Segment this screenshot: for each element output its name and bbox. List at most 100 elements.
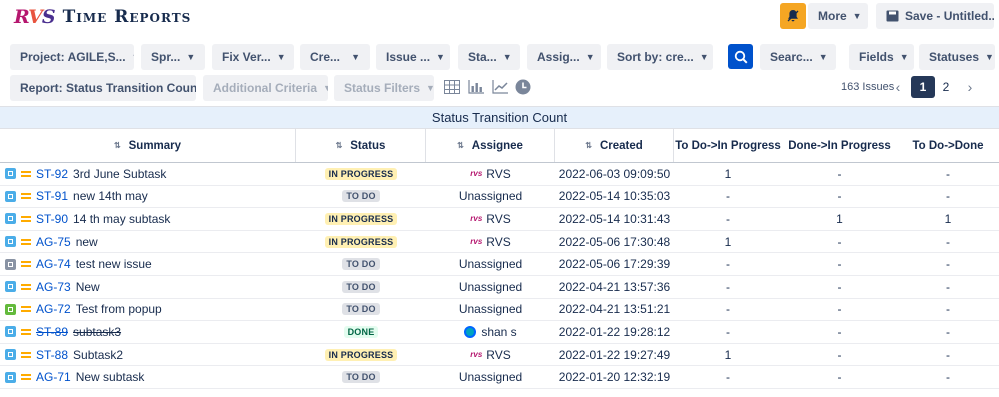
issue-key-link[interactable]: AG-73 bbox=[36, 280, 71, 294]
assignee-name: Unassigned bbox=[458, 279, 523, 294]
created-cell: 2022-06-03 09:09:50 bbox=[558, 166, 671, 181]
page-2-button[interactable]: 2 bbox=[934, 76, 958, 98]
issue-key-link[interactable]: AG-71 bbox=[36, 370, 71, 384]
bar-chart-view-button[interactable] bbox=[467, 78, 485, 96]
priority-medium-icon bbox=[21, 350, 31, 360]
table-row[interactable]: AG-73 New TO DO Unassigned 2022-04-21 13:57:… bbox=[0, 276, 999, 299]
issue-key-link[interactable]: AG-74 bbox=[36, 257, 71, 271]
fix-version-filter[interactable]: Fix Ver... ▼ bbox=[212, 44, 294, 70]
created-filter[interactable]: Cre... ▼ bbox=[300, 44, 370, 70]
column-header-status[interactable]: ⇅ Status bbox=[296, 129, 426, 162]
issue-summary: subtask3 bbox=[73, 324, 122, 339]
summary-cell: ST-88 Subtask2 bbox=[0, 348, 296, 362]
fields-button[interactable]: Fields ▼ bbox=[849, 44, 914, 70]
summary-cell: AG-73 New bbox=[0, 280, 296, 294]
issue-key-link[interactable]: AG-72 bbox=[36, 302, 71, 316]
status-badge: TO DO bbox=[342, 303, 380, 316]
issue-key-link[interactable]: ST-92 bbox=[36, 167, 68, 181]
save-button[interactable]: Save - Untitled... bbox=[876, 3, 994, 29]
chevron-down-icon: ▼ bbox=[436, 52, 445, 62]
assignee-name: Unassigned bbox=[458, 370, 523, 385]
next-page-button[interactable]: › bbox=[960, 76, 980, 98]
status-cell: IN PROGRESS bbox=[296, 167, 426, 180]
table-row[interactable]: ST-91 new 14th may TO DO Unassigned 2022-05-… bbox=[0, 186, 999, 209]
status-cell: IN PROGRESS bbox=[296, 212, 426, 225]
created-cell: 2022-05-14 10:35:03 bbox=[558, 189, 671, 204]
column-header-assignee[interactable]: ⇅ Assignee bbox=[426, 129, 555, 162]
clock-icon bbox=[515, 79, 531, 95]
chevron-down-icon: ▼ bbox=[985, 52, 994, 62]
prev-page-button[interactable]: ‹ bbox=[888, 76, 908, 98]
issue-summary: Test from popup bbox=[75, 302, 162, 317]
todo-done-count: - bbox=[946, 302, 950, 317]
done-inprogress-count: - bbox=[837, 234, 842, 249]
issue-key-link[interactable]: ST-90 bbox=[36, 212, 68, 226]
chevron-down-icon: ▼ bbox=[323, 83, 328, 93]
app-logo: RVS Time Reports bbox=[14, 6, 191, 28]
issue-summary: test new issue bbox=[75, 257, 152, 272]
todo-done-count: - bbox=[946, 189, 950, 204]
avatar: rvs bbox=[470, 350, 483, 360]
table-row[interactable]: AG-74 test new issue TO DO Unassigned 2022-0… bbox=[0, 253, 999, 276]
save-icon bbox=[886, 10, 899, 22]
column-header-summary[interactable]: ⇅ Summary bbox=[0, 129, 296, 162]
task-icon bbox=[5, 281, 16, 293]
issue-key-link[interactable]: ST-89 bbox=[36, 325, 68, 339]
chevron-down-icon: ▼ bbox=[502, 52, 512, 62]
report-table: ⇅ Summary ⇅ Status ⇅ Assignee ⇅ Created To D… bbox=[0, 128, 999, 389]
assignee-cell: Unassigned bbox=[426, 280, 555, 294]
priority-medium-icon bbox=[21, 237, 31, 247]
todo-inprogress-count: - bbox=[726, 370, 730, 385]
column-header-created[interactable]: ⇅ Created bbox=[555, 129, 674, 162]
table-row[interactable]: ST-88 Subtask2 IN PROGRESS rvs RVS 2022-01-22… bbox=[0, 344, 999, 367]
status-cell: DONE bbox=[296, 325, 426, 338]
issue-key-link[interactable]: ST-88 bbox=[36, 348, 68, 362]
done-inprogress-count: - bbox=[837, 189, 842, 204]
assignee-cell: rvs RVS bbox=[426, 167, 555, 181]
table-view-button[interactable] bbox=[443, 78, 461, 96]
priority-medium-icon bbox=[21, 214, 31, 224]
todo-inprogress-count: 1 bbox=[724, 347, 732, 362]
table-row[interactable]: AG-75 new IN PROGRESS rvs RVS 2022-05-06 17:3… bbox=[0, 231, 999, 254]
notification-button[interactable] bbox=[780, 3, 806, 29]
table-icon bbox=[444, 80, 460, 94]
search-button[interactable] bbox=[728, 44, 753, 69]
assignee-cell: Unassigned bbox=[426, 189, 555, 203]
assignee-filter[interactable]: Assig... ▼ bbox=[527, 44, 601, 70]
table-row[interactable]: ST-90 14 th may subtask IN PROGRESS rvs RVS 2… bbox=[0, 208, 999, 231]
status-badge: TO DO bbox=[342, 371, 380, 384]
statuses-button[interactable]: Statuses ▼ bbox=[919, 44, 995, 70]
search-input[interactable]: Searc... ▼ bbox=[760, 44, 836, 70]
issue-key-link[interactable]: ST-91 bbox=[36, 189, 68, 203]
issue-summary: new 14th may bbox=[73, 189, 148, 204]
chevron-down-icon: ▼ bbox=[818, 52, 828, 62]
status-cell: TO DO bbox=[296, 371, 426, 384]
chevron-down-icon: ▼ bbox=[585, 52, 595, 62]
table-row[interactable]: AG-71 New subtask TO DO Unassigned 2022-01-2… bbox=[0, 366, 999, 389]
assignee-name: RVS bbox=[486, 166, 511, 181]
chevron-left-icon: ‹ bbox=[895, 79, 901, 95]
created-cell: 2022-01-22 19:27:49 bbox=[558, 347, 671, 362]
issue-key-link[interactable]: AG-75 bbox=[36, 235, 71, 249]
line-chart-icon bbox=[492, 80, 508, 94]
table-row[interactable]: ST-89 subtask3 DONE shan s 2022-01-22 19:28:… bbox=[0, 321, 999, 344]
table-header: ⇅ Summary ⇅ Status ⇅ Assignee ⇅ Created To D… bbox=[0, 128, 999, 163]
sort-by-dropdown[interactable]: Sort by: cre... ▼ bbox=[607, 44, 713, 70]
todo-inprogress-count: - bbox=[726, 302, 730, 317]
issue-filter[interactable]: Issue ... ▼ bbox=[376, 44, 450, 70]
timeline-view-button[interactable] bbox=[514, 78, 532, 96]
priority-medium-icon bbox=[21, 372, 31, 382]
table-row[interactable]: AG-72 Test from popup TO DO Unassigned 2022-… bbox=[0, 299, 999, 322]
status-badge: DONE bbox=[343, 325, 379, 338]
sprint-filter[interactable]: Spr... ▼ bbox=[141, 44, 205, 70]
report-dropdown[interactable]: Report: Status Transition Count▼ bbox=[10, 75, 196, 101]
project-filter[interactable]: Project: AGILE,S...▼ bbox=[10, 44, 134, 70]
todo-done-count: - bbox=[946, 234, 950, 249]
line-chart-view-button[interactable] bbox=[491, 78, 509, 96]
status-filter[interactable]: Sta... ▼ bbox=[458, 44, 520, 70]
page-1-button[interactable]: 1 bbox=[911, 76, 935, 98]
more-button[interactable]: More ▼ bbox=[808, 3, 868, 29]
table-row[interactable]: ST-92 3rd June Subtask IN PROGRESS rvs RVS 20… bbox=[0, 163, 999, 186]
todo-inprogress-count: - bbox=[726, 189, 730, 204]
column-header-todo-inprogress: To Do->In Progress bbox=[675, 139, 781, 152]
